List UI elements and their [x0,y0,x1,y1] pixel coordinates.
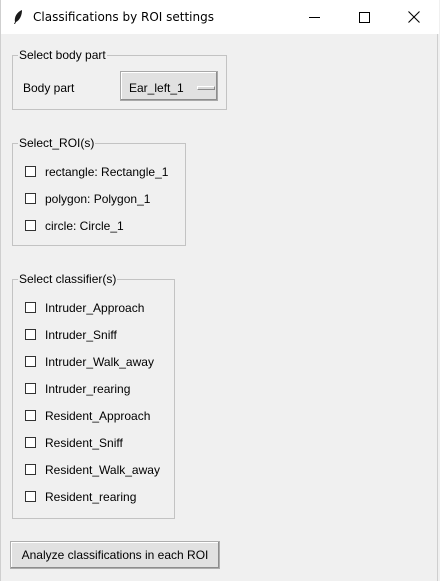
maximize-button[interactable] [341,0,387,34]
settings-window: Classifications by ROI settings Select b… [0,0,439,581]
close-icon [408,11,420,23]
checkbox-box[interactable] [25,193,36,204]
checkbox-box[interactable] [25,329,36,340]
checkbox-box[interactable] [25,410,36,421]
maximize-icon [358,11,370,23]
checkbox-label: rectangle: Rectangle_1 [45,165,169,179]
feather-icon [14,10,22,24]
checkbox-label: Resident_rearing [45,490,137,504]
dropdown-indicator-icon [197,86,215,90]
body-part-group: Select body part Body part Ear_left_1 [12,48,227,110]
classifier-group-title: Select classifier(s) [18,272,118,286]
analyze-button[interactable]: Analyze classifications in each ROI [10,541,220,569]
checkbox-label: Resident_Approach [45,409,151,423]
checkbox-box[interactable] [25,302,36,313]
checkbox-box[interactable] [25,356,36,367]
checkbox-label: Intruder_rearing [45,382,131,396]
close-button[interactable] [391,0,437,34]
minimize-icon [308,16,320,18]
checkbox-label: circle: Circle_1 [45,219,124,233]
body-part-dropdown[interactable]: Ear_left_1 [120,71,218,101]
checkbox-box[interactable] [25,166,36,177]
body-part-selected-value: Ear_left_1 [129,81,184,95]
minimize-button[interactable] [291,0,337,34]
roi-group: Select_ROI(s) rectangle: Rectangle_1 pol… [12,136,186,246]
checkbox-box[interactable] [25,383,36,394]
checkbox-box[interactable] [25,220,36,231]
checkbox-box[interactable] [25,491,36,502]
checkbox-box[interactable] [25,437,36,448]
body-part-group-title: Select body part [18,48,107,62]
checkbox-label: Resident_Sniff [45,436,123,450]
checkbox-label: Intruder_Approach [45,301,145,315]
body-part-label: Body part [23,81,75,95]
checkbox-label: Intruder_Sniff [45,328,117,342]
checkbox-label: Resident_Walk_away [45,463,160,477]
checkbox-box[interactable] [25,464,36,475]
title-bar[interactable]: Classifications by ROI settings [1,0,439,34]
checkbox-label: Intruder_Walk_away [45,355,154,369]
window-title: Classifications by ROI settings [33,10,214,24]
roi-group-title: Select_ROI(s) [18,136,96,150]
checkbox-label: polygon: Polygon_1 [45,192,151,206]
classifier-group: Select classifier(s) Intruder_Approach I… [12,272,175,519]
